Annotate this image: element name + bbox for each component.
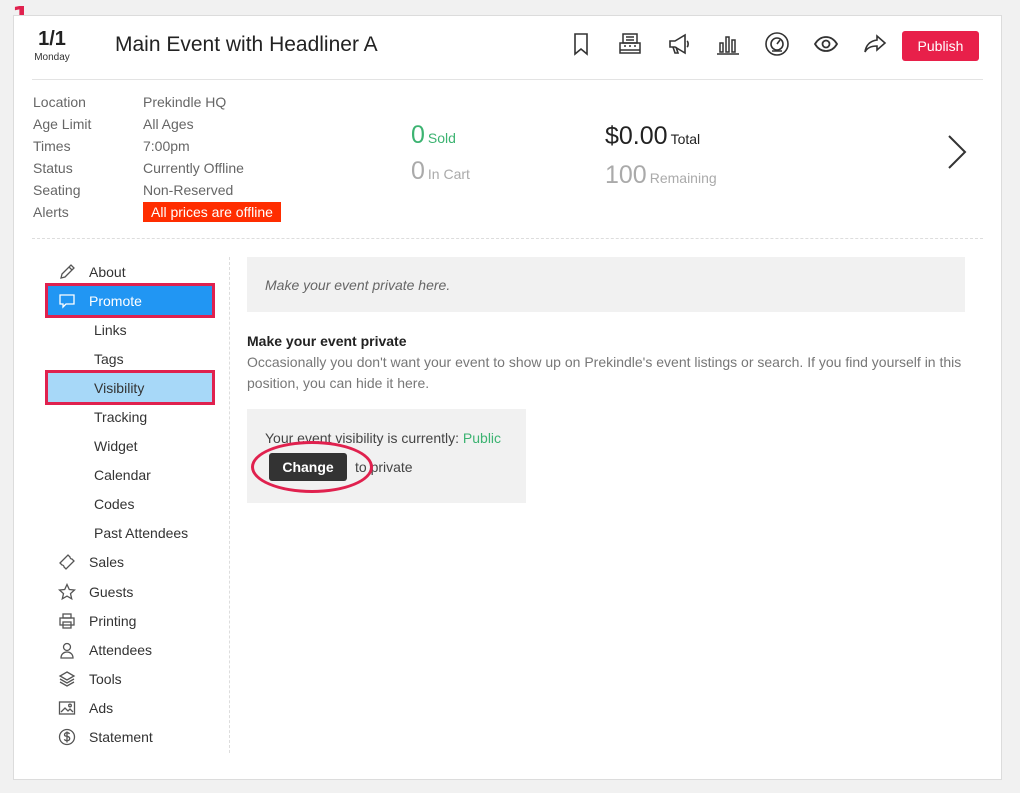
remaining-count: 100 <box>605 161 647 189</box>
date-number: 1/1 <box>38 28 66 50</box>
info-row-age-limit: Age Limit All Ages <box>33 113 281 135</box>
star-icon <box>57 582 77 602</box>
sidebar-item-past-attendees[interactable]: Past Attendees <box>46 519 216 548</box>
info-label: Status <box>33 160 73 176</box>
dollar-circle-icon <box>57 727 77 747</box>
publish-button[interactable]: Publish <box>902 31 979 61</box>
sidebar-item-sales[interactable]: Sales <box>46 548 216 577</box>
printer-icon <box>57 611 77 631</box>
event-info: Location Prekindle HQ Age Limit All Ages T… <box>33 91 281 223</box>
stat-remaining: 100 Remaining <box>605 161 717 190</box>
sidebar-item-label: Calendar <box>94 467 151 484</box>
sidebar-item-visibility[interactable]: Visibility <box>45 370 215 406</box>
event-title: Main Event with Headliner A <box>115 33 378 56</box>
sidebar-item-widget[interactable]: Widget <box>46 432 216 461</box>
sidebar-item-label: Promote <box>89 292 142 309</box>
visibility-value: Public <box>462 430 502 446</box>
sidebar-nav: About Promote Links Tags Visibility Trac… <box>45 257 216 752</box>
sidebar-divider <box>229 257 230 753</box>
highlight-ellipse <box>251 441 373 493</box>
sidebar-item-label: Visibility <box>94 379 145 396</box>
info-label: Age Limit <box>33 116 92 132</box>
sold-label: Sold <box>427 130 456 146</box>
bar-chart-icon[interactable] <box>713 29 743 59</box>
info-divider <box>32 238 983 239</box>
sold-count: 0 <box>411 121 425 149</box>
stat-total: $0.00 Total <box>605 122 700 151</box>
info-value: Prekindle HQ <box>143 94 227 110</box>
sidebar-item-label: Guests <box>89 583 134 600</box>
event-toolbar <box>566 29 909 59</box>
sidebar-item-links[interactable]: Links <box>46 315 216 344</box>
sidebar-item-tracking[interactable]: Tracking <box>46 402 216 431</box>
sidebar-item-label: Tracking <box>94 409 148 426</box>
sidebar-item-statement[interactable]: Statement <box>46 723 216 752</box>
sidebar-item-label: Codes <box>94 496 135 513</box>
layers-icon <box>57 669 77 689</box>
sidebar-item-label: Statement <box>89 729 153 746</box>
sidebar-item-label: Ads <box>89 699 114 716</box>
sidebar-item-label: About <box>89 263 126 280</box>
info-row-location: Location Prekindle HQ <box>33 91 281 113</box>
sidebar-item-label: Tags <box>94 350 124 367</box>
bookmark-icon[interactable] <box>566 29 596 59</box>
pencil-icon <box>57 262 77 282</box>
info-label: Alerts <box>33 204 69 220</box>
sidebar-item-tags[interactable]: Tags <box>46 344 216 373</box>
sidebar-item-printing[interactable]: Printing <box>46 606 216 635</box>
dashboard-icon[interactable] <box>762 29 792 59</box>
sidebar-item-tools[interactable]: Tools <box>46 664 216 693</box>
sidebar-item-label: Past Attendees <box>94 525 189 542</box>
total-amount: $0.00 <box>605 122 668 150</box>
section-title: Make your event private <box>247 333 407 349</box>
stat-in-cart: 0 In Cart <box>411 157 470 186</box>
sidebar-item-label: Sales <box>89 554 125 571</box>
event-date: 1/1 Monday <box>32 28 72 63</box>
share-icon[interactable] <box>860 29 890 59</box>
eye-icon[interactable] <box>811 29 841 59</box>
info-row-seating: Seating Non-Reserved <box>33 179 281 201</box>
sidebar-item-guests[interactable]: Guests <box>46 577 216 606</box>
alert-badge: All prices are offline <box>143 202 281 222</box>
ticket-icon <box>57 552 77 572</box>
hint-box: Make your event private here. <box>247 257 965 312</box>
section-description: Occasionally you don't want your event t… <box>247 354 962 391</box>
sidebar-item-label: Tools <box>89 670 122 687</box>
sidebar-item-promote[interactable]: Promote <box>45 283 215 319</box>
info-row-status: Status Currently Offline <box>33 157 281 179</box>
in-cart-label: In Cart <box>427 166 470 182</box>
sidebar-item-codes[interactable]: Codes <box>46 490 216 519</box>
sidebar-item-label: Printing <box>89 612 137 629</box>
stat-sold: 0 Sold <box>411 121 456 150</box>
info-value: 7:00pm <box>143 138 190 154</box>
header-divider <box>32 79 983 80</box>
sidebar-item-calendar[interactable]: Calendar <box>46 461 216 490</box>
date-day: Monday <box>34 52 70 63</box>
sidebar-item-label: Attendees <box>89 641 153 658</box>
register-icon[interactable] <box>615 29 645 59</box>
info-row-times: Times 7:00pm <box>33 135 281 157</box>
image-icon <box>57 698 77 718</box>
speech-bubble-icon <box>57 291 77 311</box>
chevron-right-icon[interactable] <box>942 133 970 171</box>
info-row-alerts: Alerts All prices are offline <box>33 201 281 223</box>
sidebar-item-about[interactable]: About <box>46 257 216 286</box>
info-value: Non-Reserved <box>143 182 234 198</box>
info-value: Currently Offline <box>143 160 244 176</box>
person-icon <box>57 640 77 660</box>
sidebar-item-ads[interactable]: Ads <box>46 693 216 722</box>
in-cart-count: 0 <box>411 157 425 185</box>
total-label: Total <box>670 131 701 147</box>
sidebar-item-attendees[interactable]: Attendees <box>46 635 216 664</box>
megaphone-icon[interactable] <box>664 29 694 59</box>
sidebar-item-label: Widget <box>94 438 138 455</box>
info-label: Times <box>33 138 71 154</box>
sidebar-item-label: Links <box>94 321 127 338</box>
info-label: Seating <box>33 182 81 198</box>
info-value: All Ages <box>143 116 194 132</box>
info-label: Location <box>33 94 86 110</box>
remaining-label: Remaining <box>649 170 717 186</box>
